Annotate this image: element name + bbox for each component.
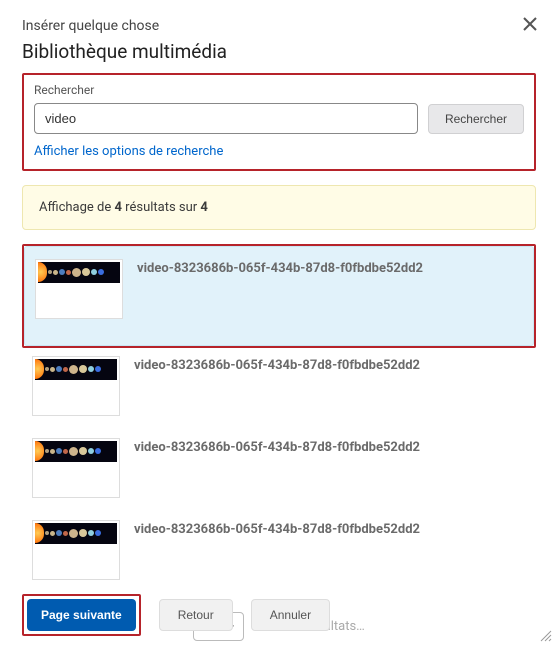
search-input[interactable] (34, 103, 418, 134)
result-item[interactable]: video-8323686b-065f-434b-87d8-f0fbdbe52d… (24, 246, 534, 346)
search-section: Rechercher Rechercher Afficher les optio… (22, 73, 536, 171)
result-title: video-8323686b-065f-434b-87d8-f0fbdbe52d… (137, 259, 423, 276)
result-title: video-8323686b-065f-434b-87d8-f0fbdbe52d… (134, 356, 420, 373)
result-thumbnail (32, 520, 120, 580)
search-options-link[interactable]: Afficher les options de recherche (34, 144, 223, 159)
next-page-button[interactable]: Page suivante (27, 599, 136, 631)
planets-icon (35, 523, 117, 544)
close-icon (522, 16, 538, 32)
planets-icon (38, 262, 120, 283)
dialog-subtitle: Bibliothèque multimédia (22, 40, 536, 63)
back-button[interactable]: Retour (159, 599, 233, 631)
close-button[interactable] (518, 12, 542, 39)
banner-shown: 4 (114, 200, 121, 215)
result-item[interactable]: video-8323686b-065f-434b-87d8-f0fbdbe52d… (22, 512, 536, 588)
banner-mid: résultats sur (122, 200, 200, 215)
result-item[interactable]: video-8323686b-065f-434b-87d8-f0fbdbe52d… (22, 430, 536, 506)
resize-grip-icon (538, 628, 552, 642)
result-item[interactable]: video-8323686b-065f-434b-87d8-f0fbdbe52d… (22, 348, 536, 424)
result-title: video-8323686b-065f-434b-87d8-f0fbdbe52d… (134, 438, 420, 455)
banner-prefix: Affichage de (39, 200, 114, 215)
resize-grip[interactable] (538, 627, 552, 646)
dialog-footer: Page suivante Retour Annuler (22, 594, 536, 636)
results-list: video-8323686b-065f-434b-87d8-f0fbdbe52d… (22, 244, 536, 588)
next-button-highlight: Page suivante (22, 594, 141, 636)
planets-icon (35, 441, 117, 462)
result-highlight-0: video-8323686b-065f-434b-87d8-f0fbdbe52d… (22, 244, 536, 348)
dialog-title: Insérer quelque chose (22, 18, 536, 34)
result-title: video-8323686b-065f-434b-87d8-f0fbdbe52d… (134, 520, 420, 537)
results-banner: Affichage de 4 résultats sur 4 (22, 185, 536, 230)
result-thumbnail (32, 356, 120, 416)
result-thumbnail (32, 438, 120, 498)
search-row: Rechercher (34, 103, 524, 134)
search-button[interactable]: Rechercher (428, 104, 524, 134)
banner-total: 4 (200, 200, 207, 215)
planets-icon (35, 359, 117, 380)
result-thumbnail (35, 259, 123, 319)
search-label: Rechercher (34, 83, 524, 97)
cancel-button[interactable]: Annuler (251, 599, 330, 631)
insert-dialog: Insérer quelque chose Bibliothèque multi… (0, 0, 558, 652)
